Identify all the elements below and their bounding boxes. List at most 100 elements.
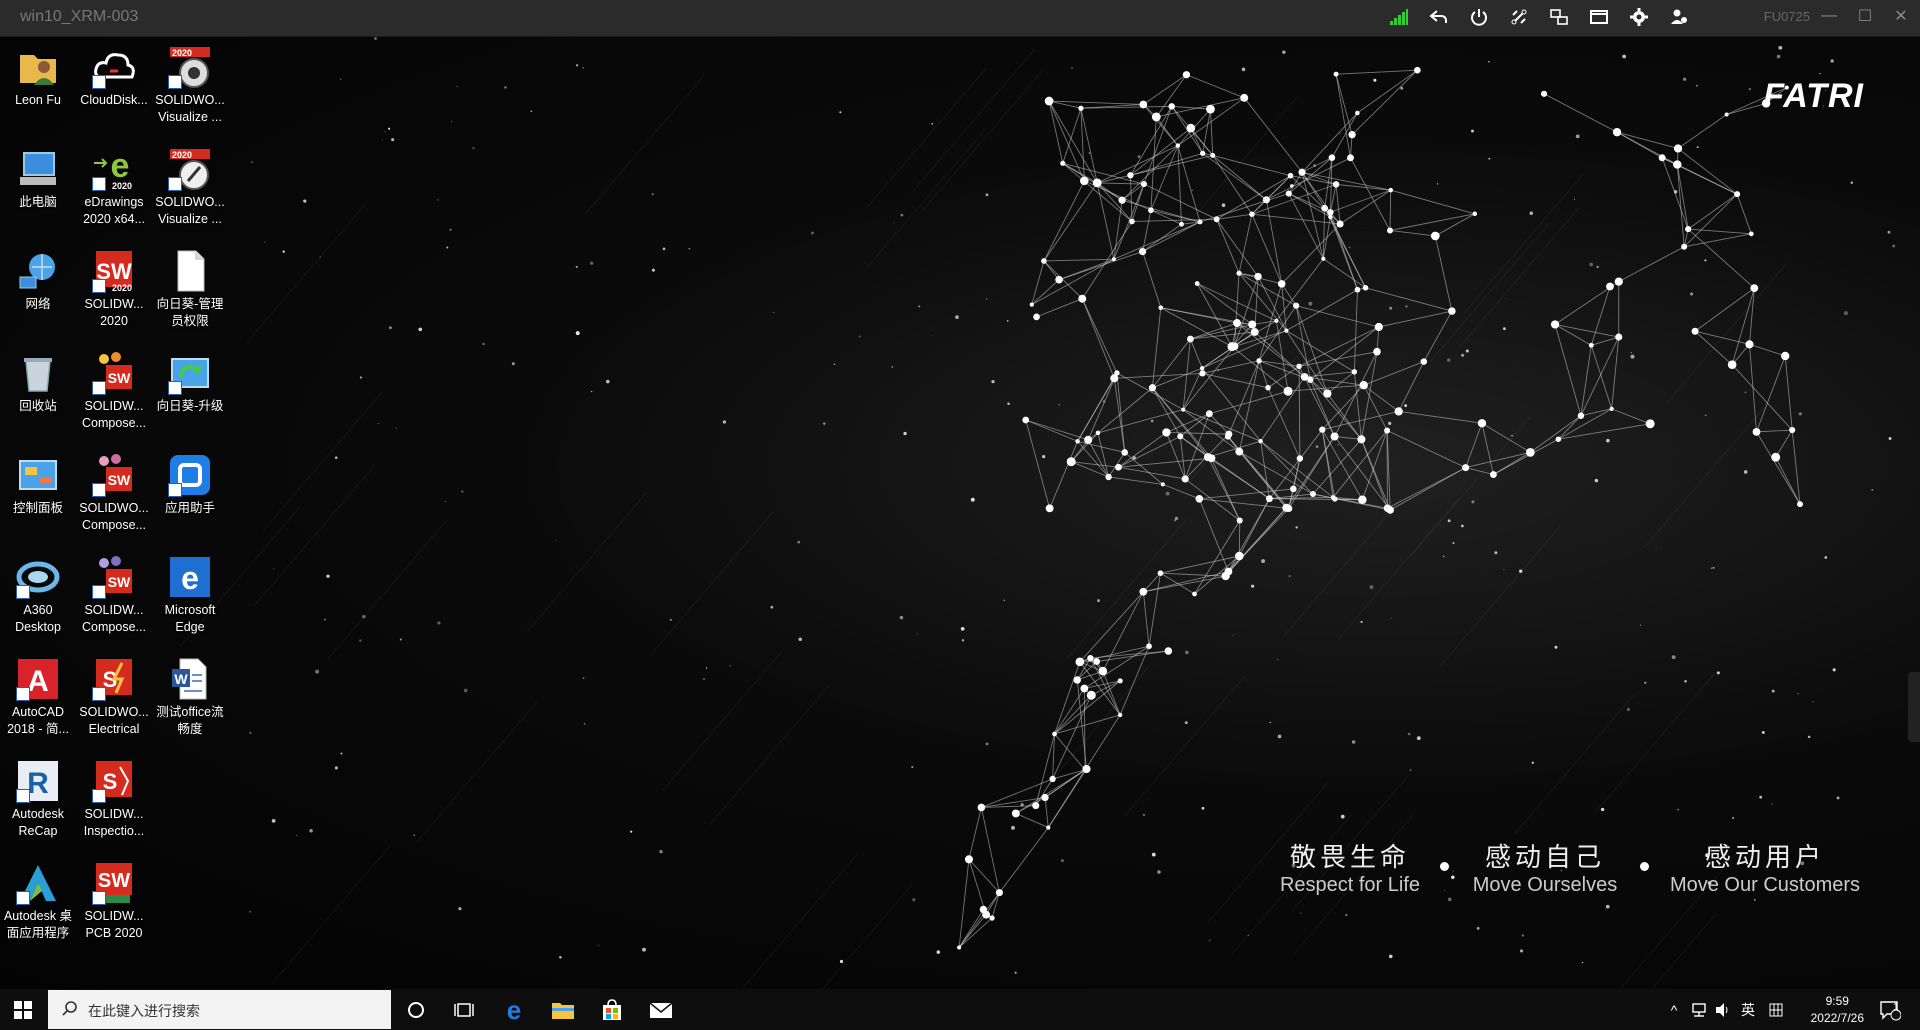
desktop-icon-recycle-bin[interactable]: 回收站 <box>0 351 76 415</box>
taskbar-clock[interactable]: 9:59 2022/7/26 <box>1811 993 1864 1027</box>
close-icon[interactable]: ✕ <box>1890 4 1912 28</box>
task-view-icon <box>454 1002 474 1017</box>
desktop-icon-edrawings[interactable]: e 2020 eDrawings 2020 x64... <box>76 147 152 228</box>
window-mode-icon[interactable] <box>1588 6 1610 28</box>
svg-text:SW: SW <box>108 574 131 590</box>
svg-text:SW: SW <box>108 370 131 386</box>
session-toolbar <box>1388 6 1690 28</box>
brand-logo: FATRI <box>1763 77 1864 115</box>
svg-text:SW: SW <box>98 870 130 892</box>
desktop-icon-sw-visualize-1[interactable]: 2020 SOLIDWO... Visualize ... <box>152 45 228 126</box>
desktop-icon-leon-fu[interactable]: Leon Fu <box>0 45 76 109</box>
back-icon[interactable] <box>1428 6 1450 28</box>
taskbar-search-box[interactable]: 在此键入进行搜索 <box>48 990 391 1029</box>
taskbar: 在此键入进行搜索 e ^ 英 9:59 2022/7/26 1 <box>0 989 1920 1030</box>
tray-overflow-icon[interactable]: ^ <box>1664 989 1684 1030</box>
svg-text:2020: 2020 <box>172 150 192 160</box>
desktop-icon-sw-pcb[interactable]: SW SOLIDW... PCB 2020 <box>76 861 152 942</box>
taskbar-store[interactable] <box>588 989 636 1030</box>
store-icon <box>603 998 621 1020</box>
desktop-icon-sunlogin-admin[interactable]: 向日葵-管理员权限 <box>152 249 228 330</box>
desktop-icon-clouddisk[interactable]: CloudDisk... <box>76 45 152 109</box>
slogan-separator-dot <box>1440 862 1449 871</box>
desktop-icon-control-panel[interactable]: 控制面板 <box>0 453 76 517</box>
ethernet-icon <box>1692 1002 1706 1017</box>
slogan-3-cn: 感动用户 <box>1704 842 1825 872</box>
switch-screen-icon[interactable] <box>1548 6 1570 28</box>
desktop-icon-sw-inspection[interactable]: S SOLIDW... Inspectio... <box>76 759 152 840</box>
action-center-button[interactable]: 1 <box>1870 989 1910 1030</box>
power-icon[interactable] <box>1468 6 1490 28</box>
desktop-icon-autodesk-app[interactable]: Autodesk 桌面应用程序 <box>0 861 76 942</box>
svg-text:2020: 2020 <box>112 181 132 191</box>
desktop-icon-solidworks[interactable]: SW 2020 SOLIDW... 2020 <box>76 249 152 330</box>
remote-session-titlebar: win10_XRM-003 FU0725 — ☐ ✕ <box>0 0 1920 37</box>
cortana-button[interactable] <box>392 989 440 1030</box>
search-icon <box>62 1001 77 1016</box>
slogan-2: 感动自己 Move Ourselves <box>1465 837 1625 897</box>
svg-text:R: R <box>27 767 49 800</box>
settings-gear-icon[interactable] <box>1628 6 1650 28</box>
svg-text:e: e <box>181 560 199 596</box>
edge-icon: e <box>507 997 521 1023</box>
disconnect-icon[interactable] <box>1508 6 1530 28</box>
session-id: FU0725 <box>1763 9 1810 24</box>
desktop-icon-sw-electrical[interactable]: S SOLIDWO... Electrical <box>76 657 152 738</box>
control-panel-icon <box>19 460 57 490</box>
desktop-icon-edge[interactable]: e Microsoft Edge <box>152 555 228 636</box>
wallpaper-network-graphic <box>179 37 1896 989</box>
svg-text:A: A <box>27 665 49 698</box>
volume-icon[interactable] <box>1712 989 1734 1030</box>
search-placeholder: 在此键入进行搜索 <box>88 1003 200 1019</box>
taskbar-edge[interactable]: e <box>490 989 538 1030</box>
desktop-icon-sw-visualize-2[interactable]: 2020 SOLIDWO... Visualize ... <box>152 147 228 228</box>
cortana-icon <box>408 1001 424 1018</box>
clock-date: 2022/7/26 <box>1810 1011 1864 1025</box>
desktop-icon-sw-composer-2[interactable]: SW SOLIDWO... Compose... <box>76 453 152 534</box>
maximize-icon[interactable]: ☐ <box>1854 4 1876 28</box>
network-icon <box>19 254 55 289</box>
desktop-icon-this-pc[interactable]: 此电脑 <box>0 147 76 211</box>
mail-icon <box>649 1001 673 1018</box>
desktop-icon-sw-composer-1[interactable]: SW SOLIDW... Compose... <box>76 351 152 432</box>
desktop-icon-word-doc[interactable]: W 测试office流畅度 <box>152 657 228 738</box>
start-button[interactable] <box>0 989 46 1030</box>
word-doc-icon: W <box>172 658 207 700</box>
speaker-icon <box>1716 1002 1728 1017</box>
user-folder-icon <box>20 55 56 85</box>
slogan-separator-dot <box>1640 862 1649 871</box>
network-status-icon[interactable] <box>1688 989 1710 1030</box>
windows-logo-icon <box>14 1000 32 1019</box>
desktop-icon-autocad[interactable]: A AutoCAD 2018 - 简... <box>0 657 76 738</box>
side-panel-handle[interactable] <box>1908 672 1920 742</box>
recycle-bin-icon <box>24 358 52 392</box>
task-view-button[interactable] <box>440 989 488 1030</box>
desktop-icon-recap[interactable]: R Autodesk ReCap <box>0 759 76 840</box>
user-settings-icon[interactable] <box>1668 6 1690 28</box>
slogan-3: 感动用户 Move Our Customers <box>1660 837 1870 897</box>
desktop-icon-app-helper[interactable]: 应用助手 <box>152 453 228 517</box>
clock-time: 9:59 <box>1825 994 1849 1008</box>
slogan-2-cn: 感动自己 <box>1484 842 1605 872</box>
signal-strength-icon[interactable] <box>1388 6 1410 28</box>
slogan-1-cn: 敬畏生命 <box>1289 842 1410 872</box>
notification-count: 1 <box>1893 1002 1899 1013</box>
file-icon <box>177 250 205 292</box>
window-controls: — ☐ ✕ <box>1818 4 1912 28</box>
ime-mode-icon[interactable] <box>1764 989 1788 1030</box>
folder-icon <box>552 1002 574 1019</box>
svg-text:2020: 2020 <box>112 283 132 293</box>
svg-text:W: W <box>174 671 188 687</box>
desktop-icon-network[interactable]: 网络 <box>0 249 76 313</box>
taskbar-file-explorer[interactable] <box>539 989 587 1030</box>
desktop-icon-a360[interactable]: A360 Desktop <box>0 555 76 636</box>
computer-icon <box>20 152 56 185</box>
grid-icon <box>1769 1003 1783 1016</box>
desktop-icon-sunlogin-upgrade[interactable]: 向日葵-升级 <box>152 351 228 415</box>
ime-indicator[interactable]: 英 <box>1738 989 1758 1030</box>
slogan-2-en: Move Ourselves <box>1472 874 1618 896</box>
taskbar-mail[interactable] <box>637 989 685 1030</box>
slogan-1-en: Respect for Life <box>1279 874 1421 896</box>
minimize-icon[interactable]: — <box>1818 4 1840 28</box>
desktop-icon-sw-composer-3[interactable]: SW SOLIDW... Compose... <box>76 555 152 636</box>
